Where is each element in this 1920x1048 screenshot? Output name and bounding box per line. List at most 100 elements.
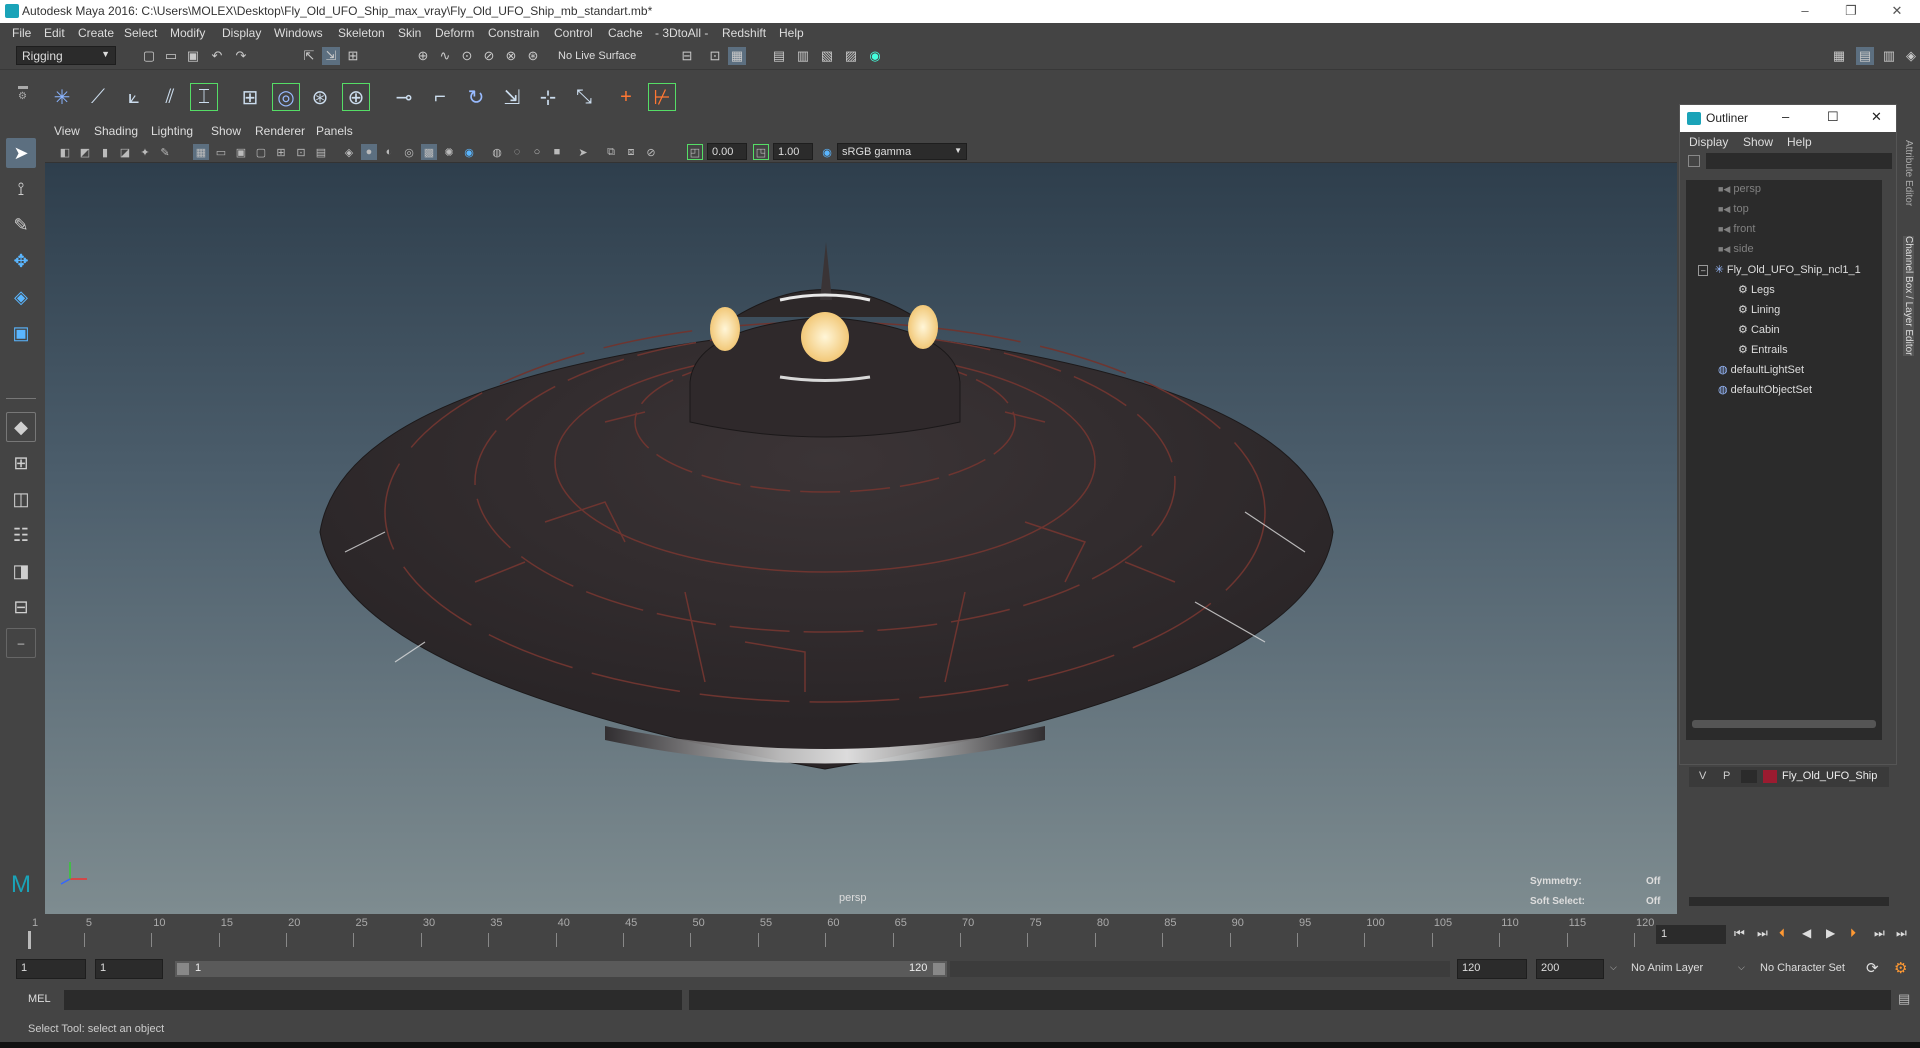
joint-tool-icon[interactable]: ✳ <box>48 83 76 111</box>
select-component-icon[interactable]: ⊞ <box>344 47 362 65</box>
isolate-select-icon[interactable]: ➤ <box>575 144 591 160</box>
live-surface-label[interactable]: No Live Surface <box>558 50 636 62</box>
outliner-item-lining[interactable]: ⚙ Lining <box>1738 303 1780 316</box>
ufo-model[interactable] <box>45 122 1677 914</box>
2d-pan-zoom-icon[interactable]: ✦ <box>137 144 153 160</box>
two-pane-layout-icon[interactable]: ◫ <box>6 484 36 514</box>
redo-icon[interactable]: ↷ <box>232 47 250 65</box>
undo-icon[interactable]: ↶ <box>208 47 226 65</box>
menu-display[interactable]: Display <box>222 26 261 40</box>
range-end-handle[interactable] <box>933 963 945 975</box>
ipr-render-icon[interactable]: ▤ <box>770 47 788 65</box>
new-scene-icon[interactable]: ▢ <box>140 47 158 65</box>
command-input[interactable] <box>64 990 682 1010</box>
outliner-maximize-icon[interactable]: ☐ <box>1827 109 1839 125</box>
menu-file[interactable]: File <box>12 26 31 40</box>
close-button[interactable]: ✕ <box>1874 0 1920 23</box>
menuset-dropdown[interactable]: Rigging ▼ <box>16 46 116 65</box>
resolution-gate-icon[interactable]: ▣ <box>233 144 249 160</box>
current-time-marker[interactable] <box>28 931 31 949</box>
bookmark-icon[interactable]: ▮ <box>97 144 113 160</box>
layout-2-icon[interactable]: ▥ <box>1880 47 1898 65</box>
aim-constraint-icon[interactable]: ⊹ <box>534 83 562 111</box>
default-material-icon[interactable]: ◐ <box>381 144 397 160</box>
vp-menu-lighting[interactable]: Lighting <box>151 124 193 138</box>
menu-control[interactable]: Control <box>554 26 593 40</box>
hik-icon[interactable]: ⊬ <box>648 83 676 111</box>
playback-end-field[interactable]: 120 <box>1457 959 1527 979</box>
gamma-icon[interactable]: ◳ <box>753 144 769 160</box>
safe-title-icon[interactable]: ▤ <box>313 144 329 160</box>
xray-joints-icon[interactable]: ◌ <box>509 144 525 160</box>
smooth-shade-icon[interactable]: ● <box>361 144 377 160</box>
menu-select[interactable]: Select <box>124 26 157 40</box>
exposure-icon[interactable]: ◰ <box>687 144 703 160</box>
select-tool-icon[interactable]: ➤ <box>6 138 36 168</box>
field-chart-icon[interactable]: ⊞ <box>273 144 289 160</box>
menu-windows[interactable]: Windows <box>274 26 323 40</box>
custom-layout-icon[interactable]: ⊟ <box>6 592 36 622</box>
exposure-field[interactable]: 0.00 <box>707 143 747 160</box>
layer-scrollbar[interactable] <box>1689 897 1889 906</box>
modeling-toolkit-icon[interactable]: ◈ <box>1902 47 1920 65</box>
time-ruler[interactable]: 1 5 10 15 20 25 30 35 40 45 50 55 60 65 70 75 80 85 90 95 10… <box>28 917 1654 949</box>
go-to-end-icon[interactable]: ⏭ <box>1896 926 1907 941</box>
gate-mask-icon[interactable]: ▢ <box>253 144 269 160</box>
snap-curve-icon[interactable]: ∿ <box>436 47 454 65</box>
collapse-icon[interactable]: – <box>1698 265 1709 276</box>
play-backwards-icon[interactable]: ◀ <box>1802 926 1811 940</box>
wrap-icon[interactable]: ⊛ <box>306 83 334 111</box>
time-slider[interactable]: 1 5 10 15 20 25 30 35 40 45 50 55 60 65 70 75 80 85 90 95 10… <box>0 914 1920 954</box>
restore-button[interactable]: ❐ <box>1828 0 1874 23</box>
wireframe-on-shaded-icon[interactable]: ◎ <box>401 144 417 160</box>
menu-create[interactable]: Create <box>78 26 114 40</box>
snap-surface-icon[interactable]: ⊗ <box>502 47 520 65</box>
xray-icon[interactable]: ◍ <box>489 144 505 160</box>
film-gate-icon[interactable]: ▭ <box>213 144 229 160</box>
anti-aliasing-icon[interactable]: ⊘ <box>643 144 659 160</box>
more-layouts-icon[interactable]: – <box>6 628 36 658</box>
lasso-tool-icon[interactable]: ⟟ <box>6 174 36 204</box>
shadows-icon[interactable]: ◉ <box>461 144 477 160</box>
layer-playback-toggle[interactable]: P <box>1723 770 1730 782</box>
step-forward-key-icon[interactable]: ⏭ <box>1874 926 1885 941</box>
image-plane-icon[interactable]: ◪ <box>117 144 133 160</box>
snap-vertex-icon[interactable]: ⊛ <box>524 47 542 65</box>
vp-menu-show[interactable]: Show <box>211 124 241 138</box>
menu-edit[interactable]: Edit <box>44 26 65 40</box>
layer-type-toggle[interactable] <box>1741 770 1757 783</box>
outliner-titlebar[interactable]: Outliner – ☐ ✕ <box>1680 105 1896 132</box>
shelf-options-icon[interactable]: ▬ ⚙ <box>18 82 28 112</box>
channel-box-tab[interactable]: Channel Box / Layer Editor <box>1903 236 1914 356</box>
outliner-item-defaultlightset[interactable]: ◍ defaultLightSet <box>1718 363 1804 376</box>
vp-menu-renderer[interactable]: Renderer <box>255 124 305 138</box>
attribute-editor-tab[interactable]: Attribute Editor <box>1903 140 1914 206</box>
construction-history-icon[interactable]: ⊟ <box>678 47 696 65</box>
menu-3dtoall[interactable]: - 3DtoAll - <box>655 26 708 40</box>
safe-action-icon[interactable]: ⊡ <box>293 144 309 160</box>
menu-skin[interactable]: Skin <box>398 26 421 40</box>
outliner-item-cabin[interactable]: ⚙ Cabin <box>1738 323 1780 336</box>
render-settings-icon[interactable]: ▥ <box>794 47 812 65</box>
redshift-icon[interactable]: ◉ <box>866 47 884 65</box>
four-pane-layout-icon[interactable]: ⊞ <box>6 448 36 478</box>
layout-icon[interactable]: ▤ <box>1856 47 1874 65</box>
auto-key-icon[interactable]: ⟳ <box>1866 959 1879 977</box>
render-setup-icon[interactable]: ▨ <box>842 47 860 65</box>
range-slider-track[interactable] <box>950 961 1450 977</box>
open-scene-icon[interactable]: ▭ <box>162 47 180 65</box>
locator-icon[interactable]: + <box>612 83 640 111</box>
layer-row[interactable]: V P Fly_Old_UFO_Ship <box>1689 767 1889 787</box>
scale-tool-icon[interactable]: ▣ <box>6 318 36 348</box>
current-frame-field[interactable]: 1 <box>1656 925 1726 944</box>
script-editor-icon[interactable]: ▤ <box>1898 991 1910 1007</box>
render-icon[interactable]: ▦ <box>728 47 746 65</box>
textured-icon[interactable]: ▩ <box>421 144 437 160</box>
grid-icon[interactable]: ▦ <box>193 144 209 160</box>
layer-color-swatch[interactable] <box>1763 770 1777 783</box>
bind-skin-icon[interactable]: ⌶ <box>190 83 218 111</box>
orient-constraint-icon[interactable]: ↻ <box>462 83 490 111</box>
colorspace-dropdown[interactable]: sRGB gamma ▼ <box>837 143 967 160</box>
outliner-item-defaultobjectset[interactable]: ◍ defaultObjectSet <box>1718 383 1812 396</box>
point-constraint-icon[interactable]: ⌐ <box>426 83 454 111</box>
